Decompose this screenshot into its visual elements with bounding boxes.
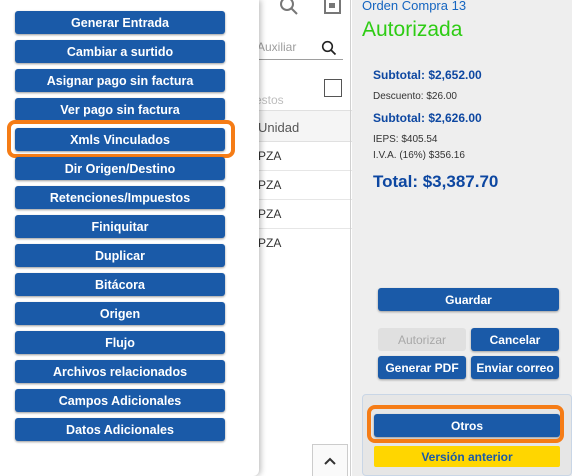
- menu-item-duplicar[interactable]: Duplicar: [15, 244, 225, 267]
- highlight-otros: [367, 405, 564, 443]
- items-panel: Auxiliar estos Unidad PZA PZA PZA PZA: [255, 0, 352, 476]
- table-row[interactable]: PZA: [255, 200, 352, 229]
- menu-item-archivos[interactable]: Archivos relacionados: [15, 360, 225, 383]
- descuento: Descuento: $26.00: [373, 91, 457, 102]
- window-icon[interactable]: [323, 0, 343, 16]
- menu-item-asignar-pago[interactable]: Asignar pago sin factura: [15, 69, 225, 92]
- menu-item-campos-adicionales[interactable]: Campos Adicionales: [15, 389, 225, 412]
- menu-item-cambiar-surtido[interactable]: Cambiar a surtido: [15, 40, 225, 63]
- unit-cell: PZA: [258, 149, 282, 163]
- scroll-up-button[interactable]: [312, 444, 348, 476]
- highlight-xmls: [7, 120, 235, 158]
- total: Total: $3,387.70: [373, 172, 499, 191]
- cancelar-button[interactable]: Cancelar: [471, 328, 559, 351]
- guardar-button[interactable]: Guardar: [378, 288, 559, 311]
- menu-item-datos-adicionales[interactable]: Datos Adicionales: [15, 418, 225, 441]
- enviar-correo-button[interactable]: Enviar correo: [471, 356, 559, 379]
- iva: I.V.A. (16%) $356.16: [373, 150, 465, 161]
- chevron-up-icon: [324, 457, 336, 465]
- items-toolbar: [255, 0, 352, 20]
- menu-item-retenciones[interactable]: Retenciones/Impuestos: [15, 186, 225, 209]
- version-anterior-button[interactable]: Versión anterior: [374, 446, 560, 467]
- menu-item-dir-origen[interactable]: Dir Origen/Destino: [15, 157, 225, 180]
- auxiliar-placeholder: Auxiliar: [257, 40, 297, 54]
- search-icon[interactable]: [279, 0, 299, 16]
- otros-dropdown-menu: Generar Entrada Cambiar a surtido Asigna…: [0, 0, 259, 476]
- menu-item-origen[interactable]: Origen: [15, 302, 225, 325]
- order-status: Autorizada: [362, 18, 463, 41]
- unit-cell: PZA: [258, 207, 282, 221]
- subtotal-2: Subtotal: $2,626.00: [373, 111, 482, 125]
- autorizar-button[interactable]: Autorizar: [378, 328, 466, 351]
- menu-item-bitacora[interactable]: Bitácora: [15, 273, 225, 296]
- table-row[interactable]: PZA: [255, 229, 352, 258]
- column-header-label: Unidad: [258, 120, 300, 135]
- select-all-checkbox[interactable]: [324, 79, 342, 97]
- column-header-unidad[interactable]: Unidad: [255, 110, 352, 142]
- menu-item-generar-entrada[interactable]: Generar Entrada: [15, 11, 225, 34]
- unit-cell: PZA: [258, 178, 282, 192]
- app-root: Auxiliar estos Unidad PZA PZA PZA PZA Or…: [0, 0, 572, 476]
- subtotal-1: Subtotal: $2,652.00: [373, 68, 482, 82]
- unit-cell: PZA: [258, 236, 282, 250]
- order-title: Orden Compra 13: [362, 0, 467, 13]
- order-summary-panel: Orden Compra 13 Autorizada Subtotal: $2,…: [352, 0, 572, 476]
- menu-item-finiquitar[interactable]: Finiquitar: [15, 215, 225, 238]
- menu-item-flujo[interactable]: Flujo: [15, 331, 225, 354]
- gasto-label: estos: [255, 93, 284, 107]
- auxiliar-search[interactable]: Auxiliar: [255, 34, 343, 60]
- generar-pdf-button[interactable]: Generar PDF: [378, 356, 466, 379]
- panel-divider: [350, 0, 351, 476]
- ieps: IEPS: $405.54: [373, 134, 438, 145]
- table-row[interactable]: PZA: [255, 171, 352, 200]
- search-icon[interactable]: [321, 40, 337, 56]
- table-row[interactable]: PZA: [255, 142, 352, 171]
- menu-item-ver-pago[interactable]: Ver pago sin factura: [15, 98, 225, 121]
